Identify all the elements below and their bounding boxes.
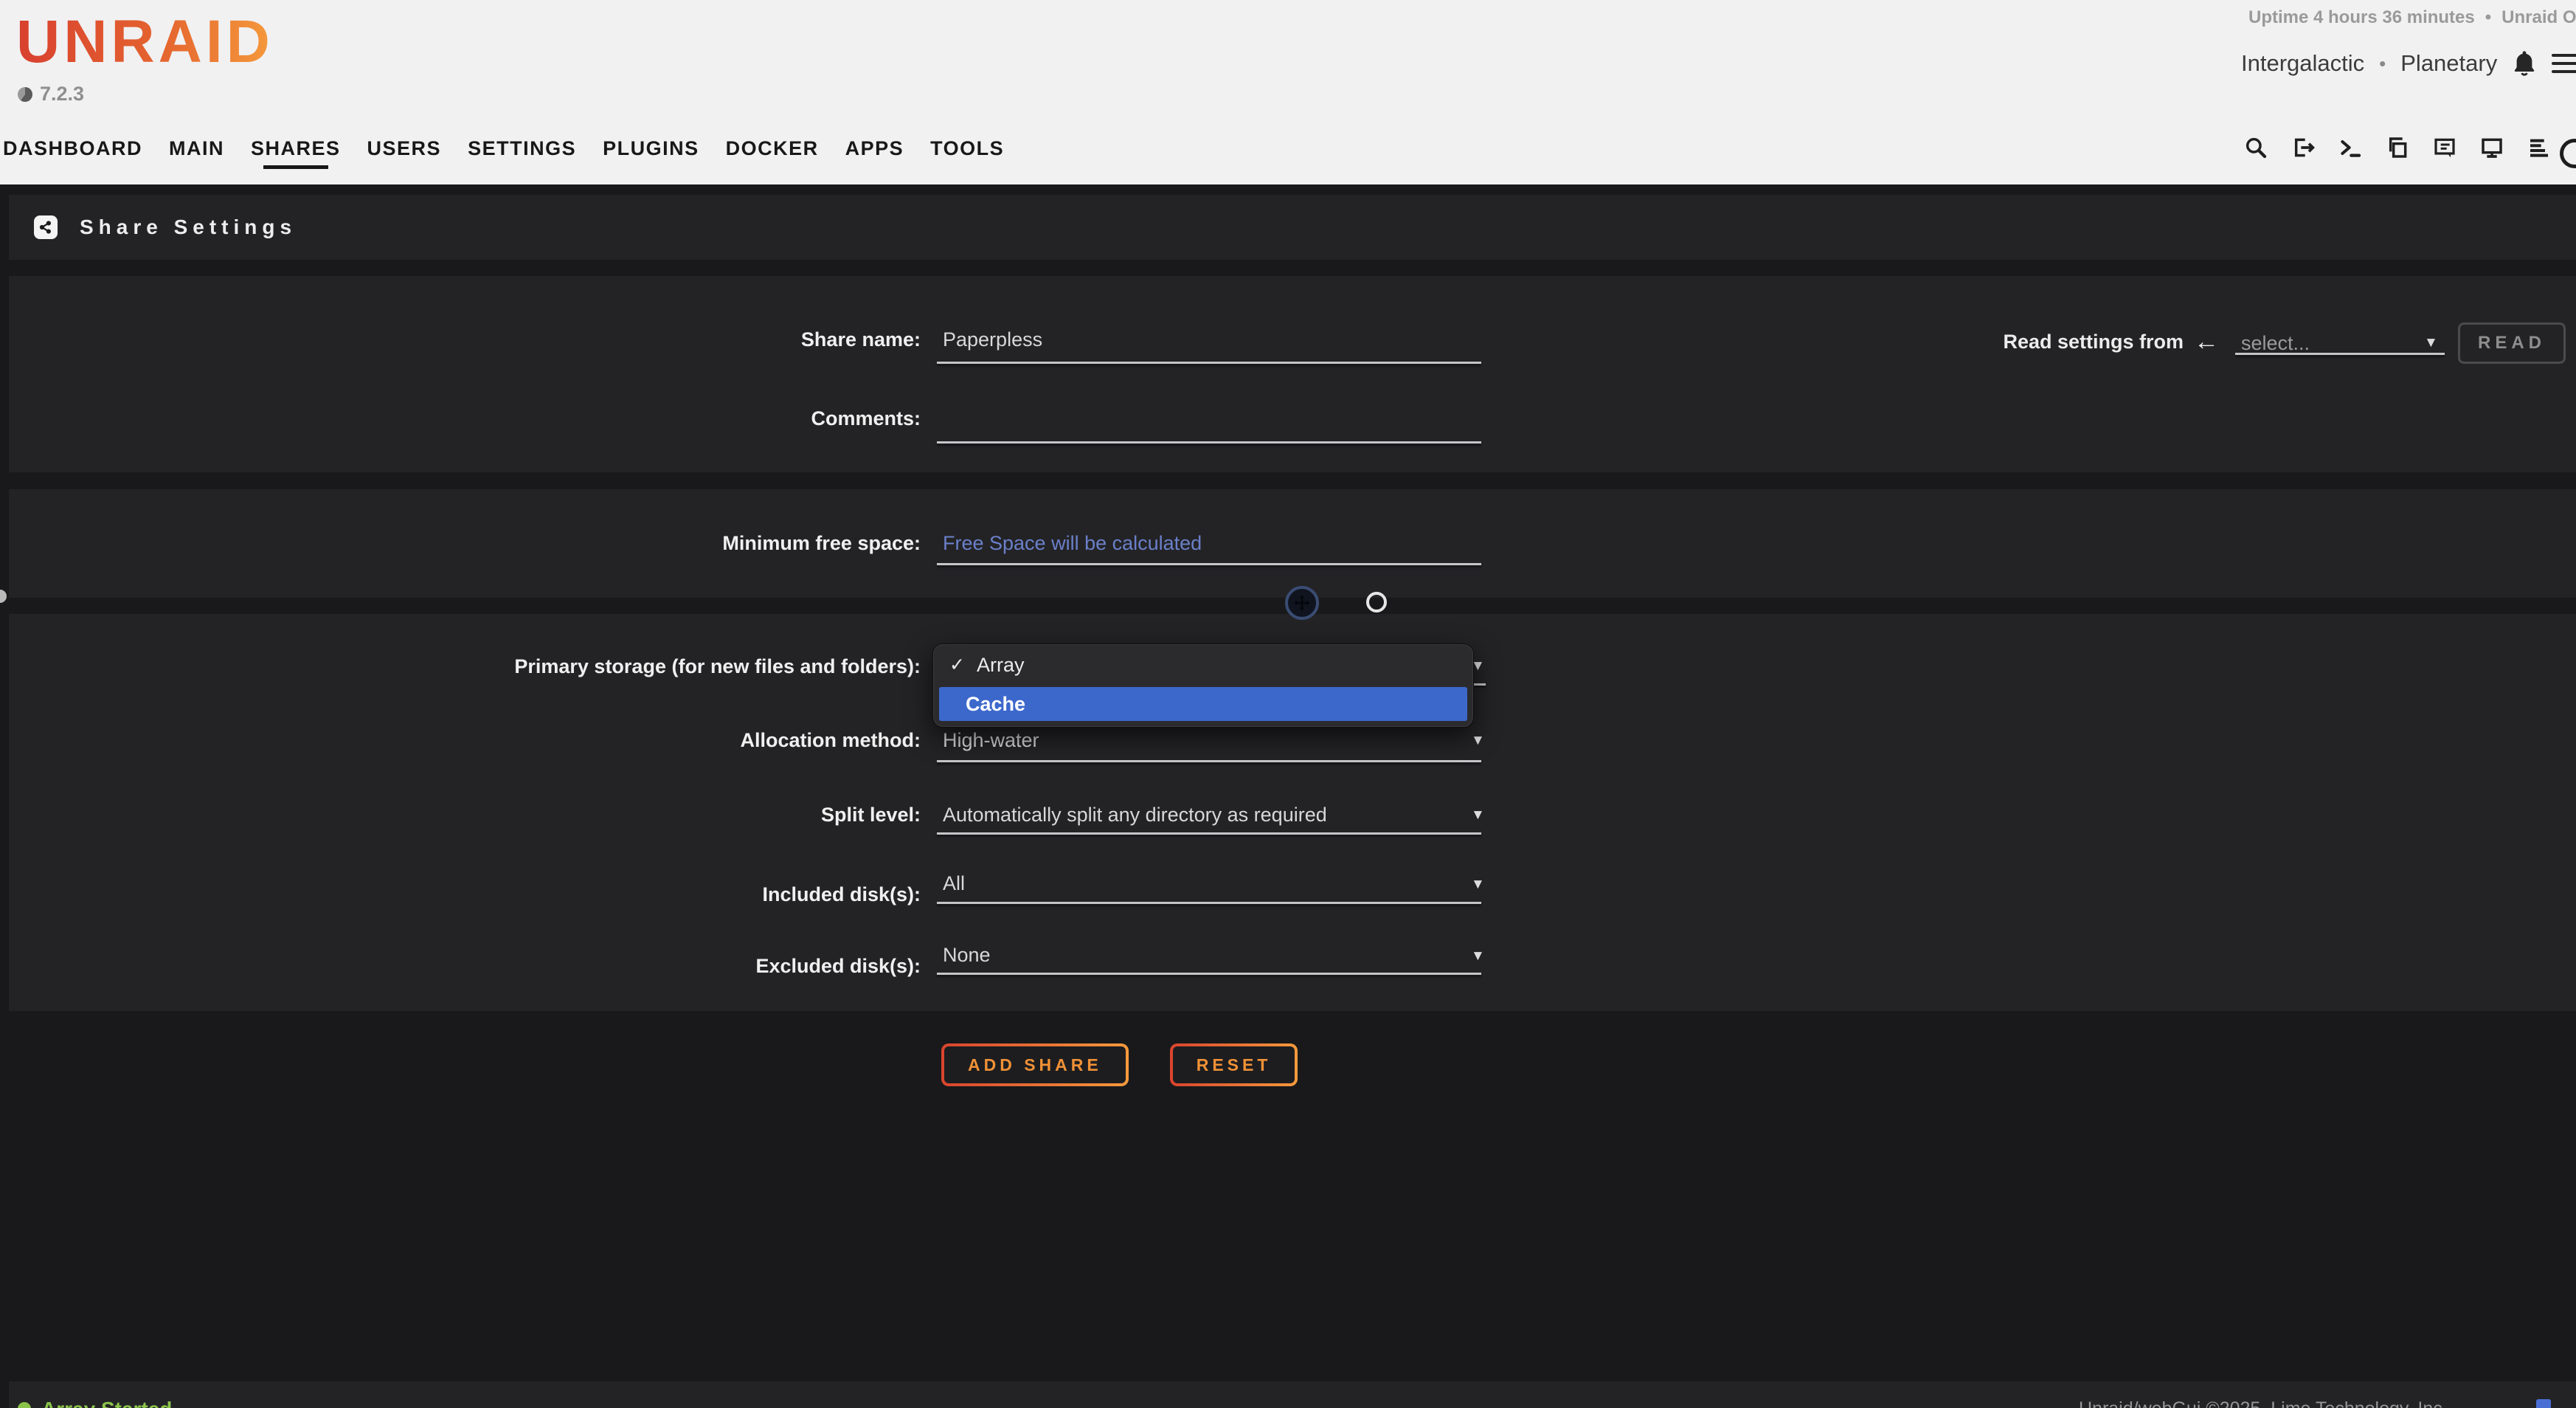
separator-dot: • [2379,52,2386,75]
share-icon [34,215,58,239]
primary-underline-fragment [1474,683,1486,686]
uptime-status: Uptime 4 hours 36 minutes•Unraid OS Star… [2248,7,2576,28]
nav-tab-docker[interactable]: DOCKER [726,137,819,160]
allocation-method-label: Allocation method: [0,729,921,752]
dropdown-caret-icon[interactable]: ▼ [1471,733,1485,749]
version-badge: 7.2.3 [18,83,84,106]
read-settings-underline [2235,353,2445,355]
nav-tab-settings[interactable]: SETTINGS [468,137,576,160]
read-settings-select[interactable]: select... [2241,332,2310,355]
copy-icon[interactable] [2386,136,2409,159]
split-level-label: Split level: [0,804,921,826]
nav-tab-dashboard[interactable]: DASHBOARD [3,137,142,160]
nav-tab-shares[interactable]: SHARES [251,137,341,160]
allocation-method-select[interactable]: High-water [943,729,1039,752]
read-settings-label: Read settings from [1888,331,2184,353]
comments-label: Comments: [0,407,921,430]
dropdown-caret-icon[interactable]: ▼ [1471,877,1485,893]
split-level-underline [937,832,1481,835]
footer-link-icon[interactable] [2536,1399,2551,1408]
nav-tab-plugins[interactable]: PLUGINS [603,137,699,160]
arrow-left-icon: ← [2194,328,2219,356]
page-content: Share Settings Share name: Paperpless Re… [0,184,2576,1408]
version-number: 7.2.3 [40,83,84,106]
primary-storage-label: Primary storage (for new files and folde… [0,655,921,678]
nav-tab-users[interactable]: USERS [367,137,442,160]
nav-tab-main[interactable]: MAIN [169,137,224,160]
nav-tab-apps[interactable]: APPS [845,137,904,160]
server-identity: Intergalactic • Planetary [2241,50,2576,77]
nav-tab-tools[interactable]: TOOLS [930,137,1004,160]
primary-storage-dropdown: ✓ Array Cache [932,643,1474,728]
unraid-share-settings-screen: Uptime 4 hours 36 minutes•Unraid OS Star… [0,0,2576,1408]
dropdown-option-cache[interactable]: Cache [939,687,1467,721]
feedback-chat-icon[interactable] [2433,136,2456,159]
dropdown-caret-icon[interactable]: ▼ [1471,807,1485,824]
read-button[interactable]: READ [2458,322,2566,364]
terminal-icon[interactable] [2338,136,2362,159]
dropdown-caret-icon[interactable]: ▼ [2424,335,2438,351]
dropdown-option-array[interactable]: ✓ Array [933,644,1473,686]
server-name[interactable]: Intergalactic [2241,50,2364,77]
os-name: Unraid OS [2501,7,2576,27]
page-title-bar: Share Settings [9,195,2576,260]
included-disks-underline [937,902,1481,904]
array-status-text[interactable]: Array Started [41,1398,172,1408]
separator-dot: • [2485,7,2491,27]
top-header: Uptime 4 hours 36 minutes•Unraid OS Star… [0,0,2576,184]
circle-cursor-icon [1366,592,1387,612]
clipped-edge-icon [2560,139,2576,168]
reset-button[interactable]: RESET [1170,1043,1298,1086]
monitor-icon[interactable] [2480,136,2504,159]
search-icon[interactable] [2244,136,2268,159]
excluded-disks-label: Excluded disk(s): [0,955,921,978]
included-disks-select[interactable]: All [943,872,965,895]
share-name-input[interactable]: Paperpless [943,328,1042,351]
excluded-disks-underline [937,973,1481,975]
option-label: Array [977,654,1025,677]
nav-utility-icons [2244,136,2551,159]
uptime-text: Uptime 4 hours 36 minutes [2248,7,2475,27]
unraid-logo[interactable]: UNRAID [16,7,274,77]
dropdown-caret-icon[interactable]: ▼ [1471,948,1485,964]
version-dot-icon [18,87,32,102]
main-nav: DASHBOARD MAIN SHARES USERS SETTINGS PLU… [3,137,1004,160]
logout-icon[interactable] [2291,136,2315,159]
menu-hamburger-icon[interactable] [2552,54,2576,73]
log-lines-icon[interactable] [2527,136,2551,159]
server-description: Planetary [2400,50,2497,77]
share-name-label: Share name: [0,328,921,351]
form-buttons: ADD SHARE RESET [941,1043,1298,1086]
edge-dot-icon [0,590,7,603]
min-free-label: Minimum free space: [0,532,921,555]
move-cursor-icon [1285,586,1319,620]
page-title: Share Settings [80,215,297,239]
option-label: Cache [966,693,1025,716]
min-free-underline [937,563,1481,565]
included-disks-label: Included disk(s): [0,883,921,906]
check-icon: ✓ [949,654,965,676]
split-level-select[interactable]: Automatically split any directory as req… [943,804,1327,826]
comments-underline [937,441,1481,444]
excluded-disks-select[interactable]: None [943,944,991,967]
allocation-underline [937,760,1481,762]
notifications-bell-icon[interactable] [2512,50,2537,77]
min-free-input[interactable]: Free Space will be calculated [943,532,1202,555]
add-share-button[interactable]: ADD SHARE [941,1043,1129,1086]
share-name-underline [937,362,1481,364]
copyright-text: Unraid/webGui ©2025, Lime Technology, In… [2079,1398,2448,1408]
